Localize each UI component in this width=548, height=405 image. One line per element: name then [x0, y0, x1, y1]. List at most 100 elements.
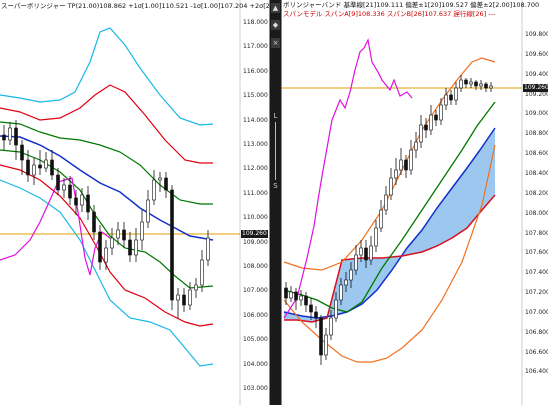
- candle-body: [324, 334, 328, 356]
- candle-body: [369, 245, 373, 261]
- price-tick-label: 110.000: [243, 214, 268, 222]
- candle-body: [170, 189, 174, 301]
- bb-lower-3sigma-line: [0, 179, 214, 367]
- price-tick-label: 108.600: [525, 150, 548, 158]
- bb-center-line: [0, 135, 214, 241]
- right-span-header: スパンモデル スパンA[9]108.336 スパンB[26]107.637 遅行…: [283, 10, 496, 18]
- price-tick-label: 107.400: [525, 269, 548, 277]
- candle-body: [439, 104, 443, 121]
- candle-body: [389, 177, 393, 196]
- left-indicator-name: スーパーボリンジャー: [1, 2, 66, 10]
- candle-body: [434, 114, 438, 121]
- candle-body: [284, 287, 288, 299]
- price-tick-label: 114.000: [243, 116, 268, 124]
- divider-slider-track[interactable]: [275, 122, 276, 180]
- candle-body: [479, 83, 483, 87]
- bb-upper-2sigma-line: [0, 84, 213, 164]
- candle-body: [176, 294, 180, 301]
- price-tick-label: 103.000: [243, 385, 268, 392]
- price-tick-label: 109.400: [525, 70, 548, 78]
- candle-body: [469, 81, 473, 85]
- bb-lower-1sigma-line: [0, 149, 214, 289]
- candle-body: [384, 194, 388, 211]
- candle-body: [134, 239, 138, 256]
- left-current-price-label: 109.260: [241, 230, 268, 238]
- candle-body: [116, 229, 120, 239]
- candle-body: [14, 127, 18, 146]
- chart-divider-toolbar: ▲ ◆ × L S: [269, 0, 282, 405]
- candle-body: [56, 174, 60, 191]
- left-chart-canvas[interactable]: [0, 0, 269, 405]
- candle-body: [319, 317, 323, 356]
- candle-body: [464, 79, 468, 85]
- price-tick-label: 113.000: [243, 141, 268, 148]
- candle-body: [399, 159, 403, 171]
- price-tick-label: 107.200: [525, 289, 548, 297]
- candle-body: [98, 231, 102, 263]
- candle-body: [344, 279, 348, 286]
- span-cloud-area: [284, 128, 495, 322]
- candle-body: [339, 284, 343, 301]
- candle-body: [349, 269, 353, 281]
- candle-body: [304, 295, 308, 306]
- divider-close-button[interactable]: ×: [271, 38, 280, 48]
- candle-body: [329, 317, 333, 336]
- candle-body: [489, 85, 493, 89]
- price-tick-label: 107.600: [525, 249, 548, 257]
- price-tick-label: 109.800: [525, 31, 548, 38]
- candle-body: [86, 194, 90, 213]
- price-tick-label: 115.000: [243, 92, 268, 100]
- left-indicator-params: TP(21.00)108.862 +1σ[1.00]110.521 -1σ[1.…: [67, 2, 269, 10]
- candle-body: [158, 177, 162, 181]
- price-tick-label: 109.000: [243, 238, 268, 246]
- candle-body: [62, 184, 66, 191]
- price-tick-label: 108.200: [525, 189, 548, 197]
- candle-body: [200, 259, 204, 286]
- price-tick-label: 106.800: [525, 328, 548, 336]
- candle-body: [128, 239, 132, 256]
- candle-body: [444, 94, 448, 106]
- left-candlesticks: [2, 120, 210, 318]
- price-tick-label: 108.400: [525, 169, 548, 177]
- price-tick-label: 107.800: [525, 229, 548, 237]
- price-tick-label: 106.000: [243, 311, 268, 319]
- candle-body: [146, 199, 150, 223]
- candle-body: [294, 291, 298, 301]
- candle-body: [164, 177, 168, 191]
- candle-body: [409, 149, 413, 171]
- price-tick-label: 108.000: [525, 209, 548, 217]
- candle-body: [104, 247, 108, 263]
- candle-body: [80, 194, 84, 206]
- price-tick-label: 106.600: [525, 348, 548, 356]
- candle-body: [68, 184, 72, 199]
- candle-body: [459, 79, 463, 89]
- candle-body: [299, 295, 303, 301]
- candle-body: [74, 197, 78, 206]
- price-tick-label: 107.000: [243, 287, 268, 295]
- candle-body: [38, 164, 42, 169]
- candle-body: [414, 141, 418, 151]
- candle-body: [92, 211, 96, 233]
- right-chart-canvas[interactable]: [282, 0, 548, 405]
- candle-body: [394, 169, 398, 179]
- candle-body: [364, 247, 368, 261]
- candle-body: [354, 254, 358, 271]
- right-chart-panel[interactable]: ボリンジャーバンド 基準線[21]109.111 偏差±1[20]109.527…: [282, 0, 548, 405]
- price-tick-label: 106.400: [525, 368, 548, 376]
- candle-body: [152, 179, 156, 201]
- divider-up-button[interactable]: ▲: [271, 3, 280, 13]
- candle-body: [309, 304, 313, 313]
- price-tick-label: 108.800: [525, 130, 548, 138]
- divider-label-s: S: [273, 182, 278, 190]
- price-tick-label: 116.000: [243, 67, 268, 75]
- candle-body: [26, 159, 30, 176]
- candle-body: [50, 159, 54, 176]
- divider-sync-button[interactable]: ◆: [271, 20, 280, 30]
- candle-body: [404, 159, 408, 171]
- bb-lower-2sigma-line: [0, 164, 214, 327]
- candle-body: [449, 94, 453, 101]
- candle-body: [2, 134, 6, 141]
- right-current-price-label: 109.260: [523, 84, 548, 92]
- price-tick-label: 108.000: [243, 263, 268, 270]
- left-chart-panel[interactable]: スーパーボリンジャー TP(21.00)108.862 +1σ[1.00]110…: [0, 0, 269, 405]
